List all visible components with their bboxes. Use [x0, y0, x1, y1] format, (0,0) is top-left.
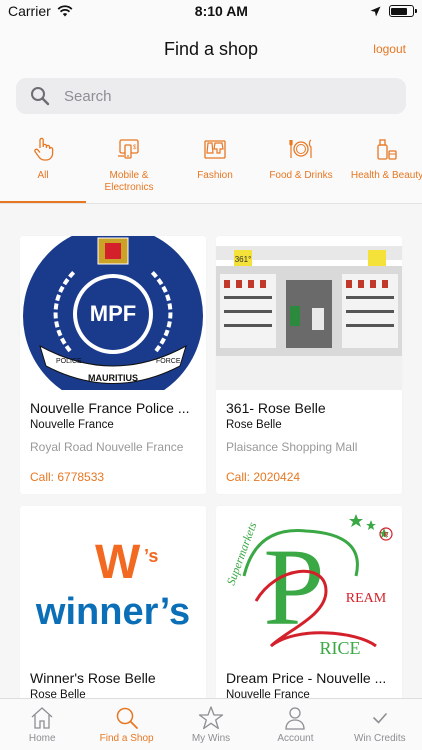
category-label: Mobile & Electronics: [104, 170, 154, 193]
category-fashion[interactable]: Fashion: [172, 124, 258, 203]
tab-home[interactable]: Home: [0, 699, 84, 750]
mobile-icon: $: [118, 139, 139, 159]
cosmetics-icon: [377, 139, 397, 160]
search-input[interactable]: Search: [16, 78, 406, 114]
dream-price-logo: Supermarkets P REAM RICE R: [216, 506, 402, 660]
svg-text:MAURITIUS: MAURITIUS: [88, 373, 138, 383]
shop-name: Winner's Rose Belle: [30, 670, 156, 686]
navigation-bar: Find a shop logout: [0, 22, 422, 76]
svg-text:W: W: [95, 536, 141, 589]
status-bar: Carrier 8:10 AM: [0, 0, 422, 22]
shop-logo-dream-price: Supermarkets P REAM RICE R: [216, 506, 402, 660]
category-label: Fashion: [197, 170, 233, 181]
tab-win-credits[interactable]: Win Credits: [338, 699, 422, 750]
shop-photo-361: 361°: [216, 236, 402, 390]
tab-find-a-shop[interactable]: Find a Shop: [84, 699, 168, 750]
hand-pointer-icon: [34, 137, 54, 161]
shop-name: 361- Rose Belle: [226, 400, 326, 416]
svg-text:$: $: [133, 145, 137, 151]
shop-grid: MPF MAURITIUS POLICE FORCE Nouvelle Fran…: [20, 236, 408, 750]
page-title: Find a shop: [163, 38, 259, 59]
shop-card[interactable]: MPF MAURITIUS POLICE FORCE Nouvelle Fran…: [20, 236, 206, 494]
category-label: Food & Drinks: [269, 170, 333, 181]
logout-button[interactable]: logout: [373, 42, 406, 56]
svg-text:winner’s: winner’s: [35, 591, 190, 633]
tab-my-wins[interactable]: My Wins: [169, 699, 253, 750]
shop-area: Nouvelle France: [30, 419, 114, 431]
category-all[interactable]: All: [0, 124, 86, 203]
shop-name: Nouvelle France Police ...: [30, 400, 190, 416]
category-mobile-electronics[interactable]: $ Mobile & Electronics: [86, 124, 172, 203]
svg-text:RICE: RICE: [319, 638, 360, 658]
shop-address: Plaisance Shopping Mall: [226, 440, 358, 454]
star-icon: [198, 706, 224, 730]
search-placeholder: Search: [64, 87, 112, 105]
svg-text:FORCE: FORCE: [156, 358, 181, 365]
search-icon: [116, 707, 138, 729]
shop-logo-winners: W ’s winner’s: [20, 506, 206, 660]
person-icon: [285, 707, 306, 730]
tab-account[interactable]: Account: [253, 699, 337, 750]
tab-bar: Home Find a Shop My Wins Account Win Cre…: [0, 698, 422, 750]
status-time: 8:10 AM: [194, 3, 248, 19]
shop-logo-mpf: MPF MAURITIUS POLICE FORCE: [20, 236, 206, 390]
clothes-rack-icon: [204, 140, 226, 159]
svg-text:’s: ’s: [144, 546, 158, 566]
svg-text:REAM: REAM: [346, 591, 387, 606]
checkmark-icon: [373, 713, 387, 724]
category-label: All: [37, 170, 49, 181]
tab-label: Win Credits: [353, 733, 406, 744]
shop-call-link[interactable]: Call: 6778533: [30, 470, 104, 484]
tab-label: Find a Shop: [99, 733, 154, 744]
store-sign-text: 361°: [235, 255, 252, 264]
tab-label: Home: [28, 733, 56, 744]
svg-text:POLICE: POLICE: [56, 358, 82, 365]
shop-address: Royal Road Nouvelle France: [30, 440, 184, 454]
mpf-logo-text: MPF: [90, 301, 136, 326]
cutlery-plate-icon: [289, 139, 312, 158]
location-arrow-icon: [370, 6, 381, 16]
category-food-drinks[interactable]: Food & Drinks: [258, 124, 344, 203]
home-icon: [31, 707, 53, 729]
svg-text:R: R: [383, 532, 388, 539]
tab-label: Account: [277, 733, 314, 744]
carrier-label: Carrier: [8, 3, 51, 19]
shop-card[interactable]: 361° 361- Rose Belle Rose Belle Plaisanc…: [216, 236, 402, 494]
shop-call-link[interactable]: Call: 2020424: [226, 470, 300, 484]
shop-name: Dream Price - Nouvelle ...: [226, 670, 387, 686]
wifi-icon: [57, 5, 73, 17]
category-label: Health & Beauty: [350, 170, 422, 181]
tab-label: My Wins: [191, 733, 231, 744]
battery-icon: [388, 5, 417, 17]
category-bar: All $ Mobile & Electronics Fashion Food …: [0, 124, 422, 204]
winners-logo: W ’s winner’s: [20, 506, 206, 660]
shop-area: Rose Belle: [226, 419, 282, 431]
category-health-beauty[interactable]: Health & Beauty: [344, 124, 422, 203]
search-icon: [26, 82, 54, 110]
